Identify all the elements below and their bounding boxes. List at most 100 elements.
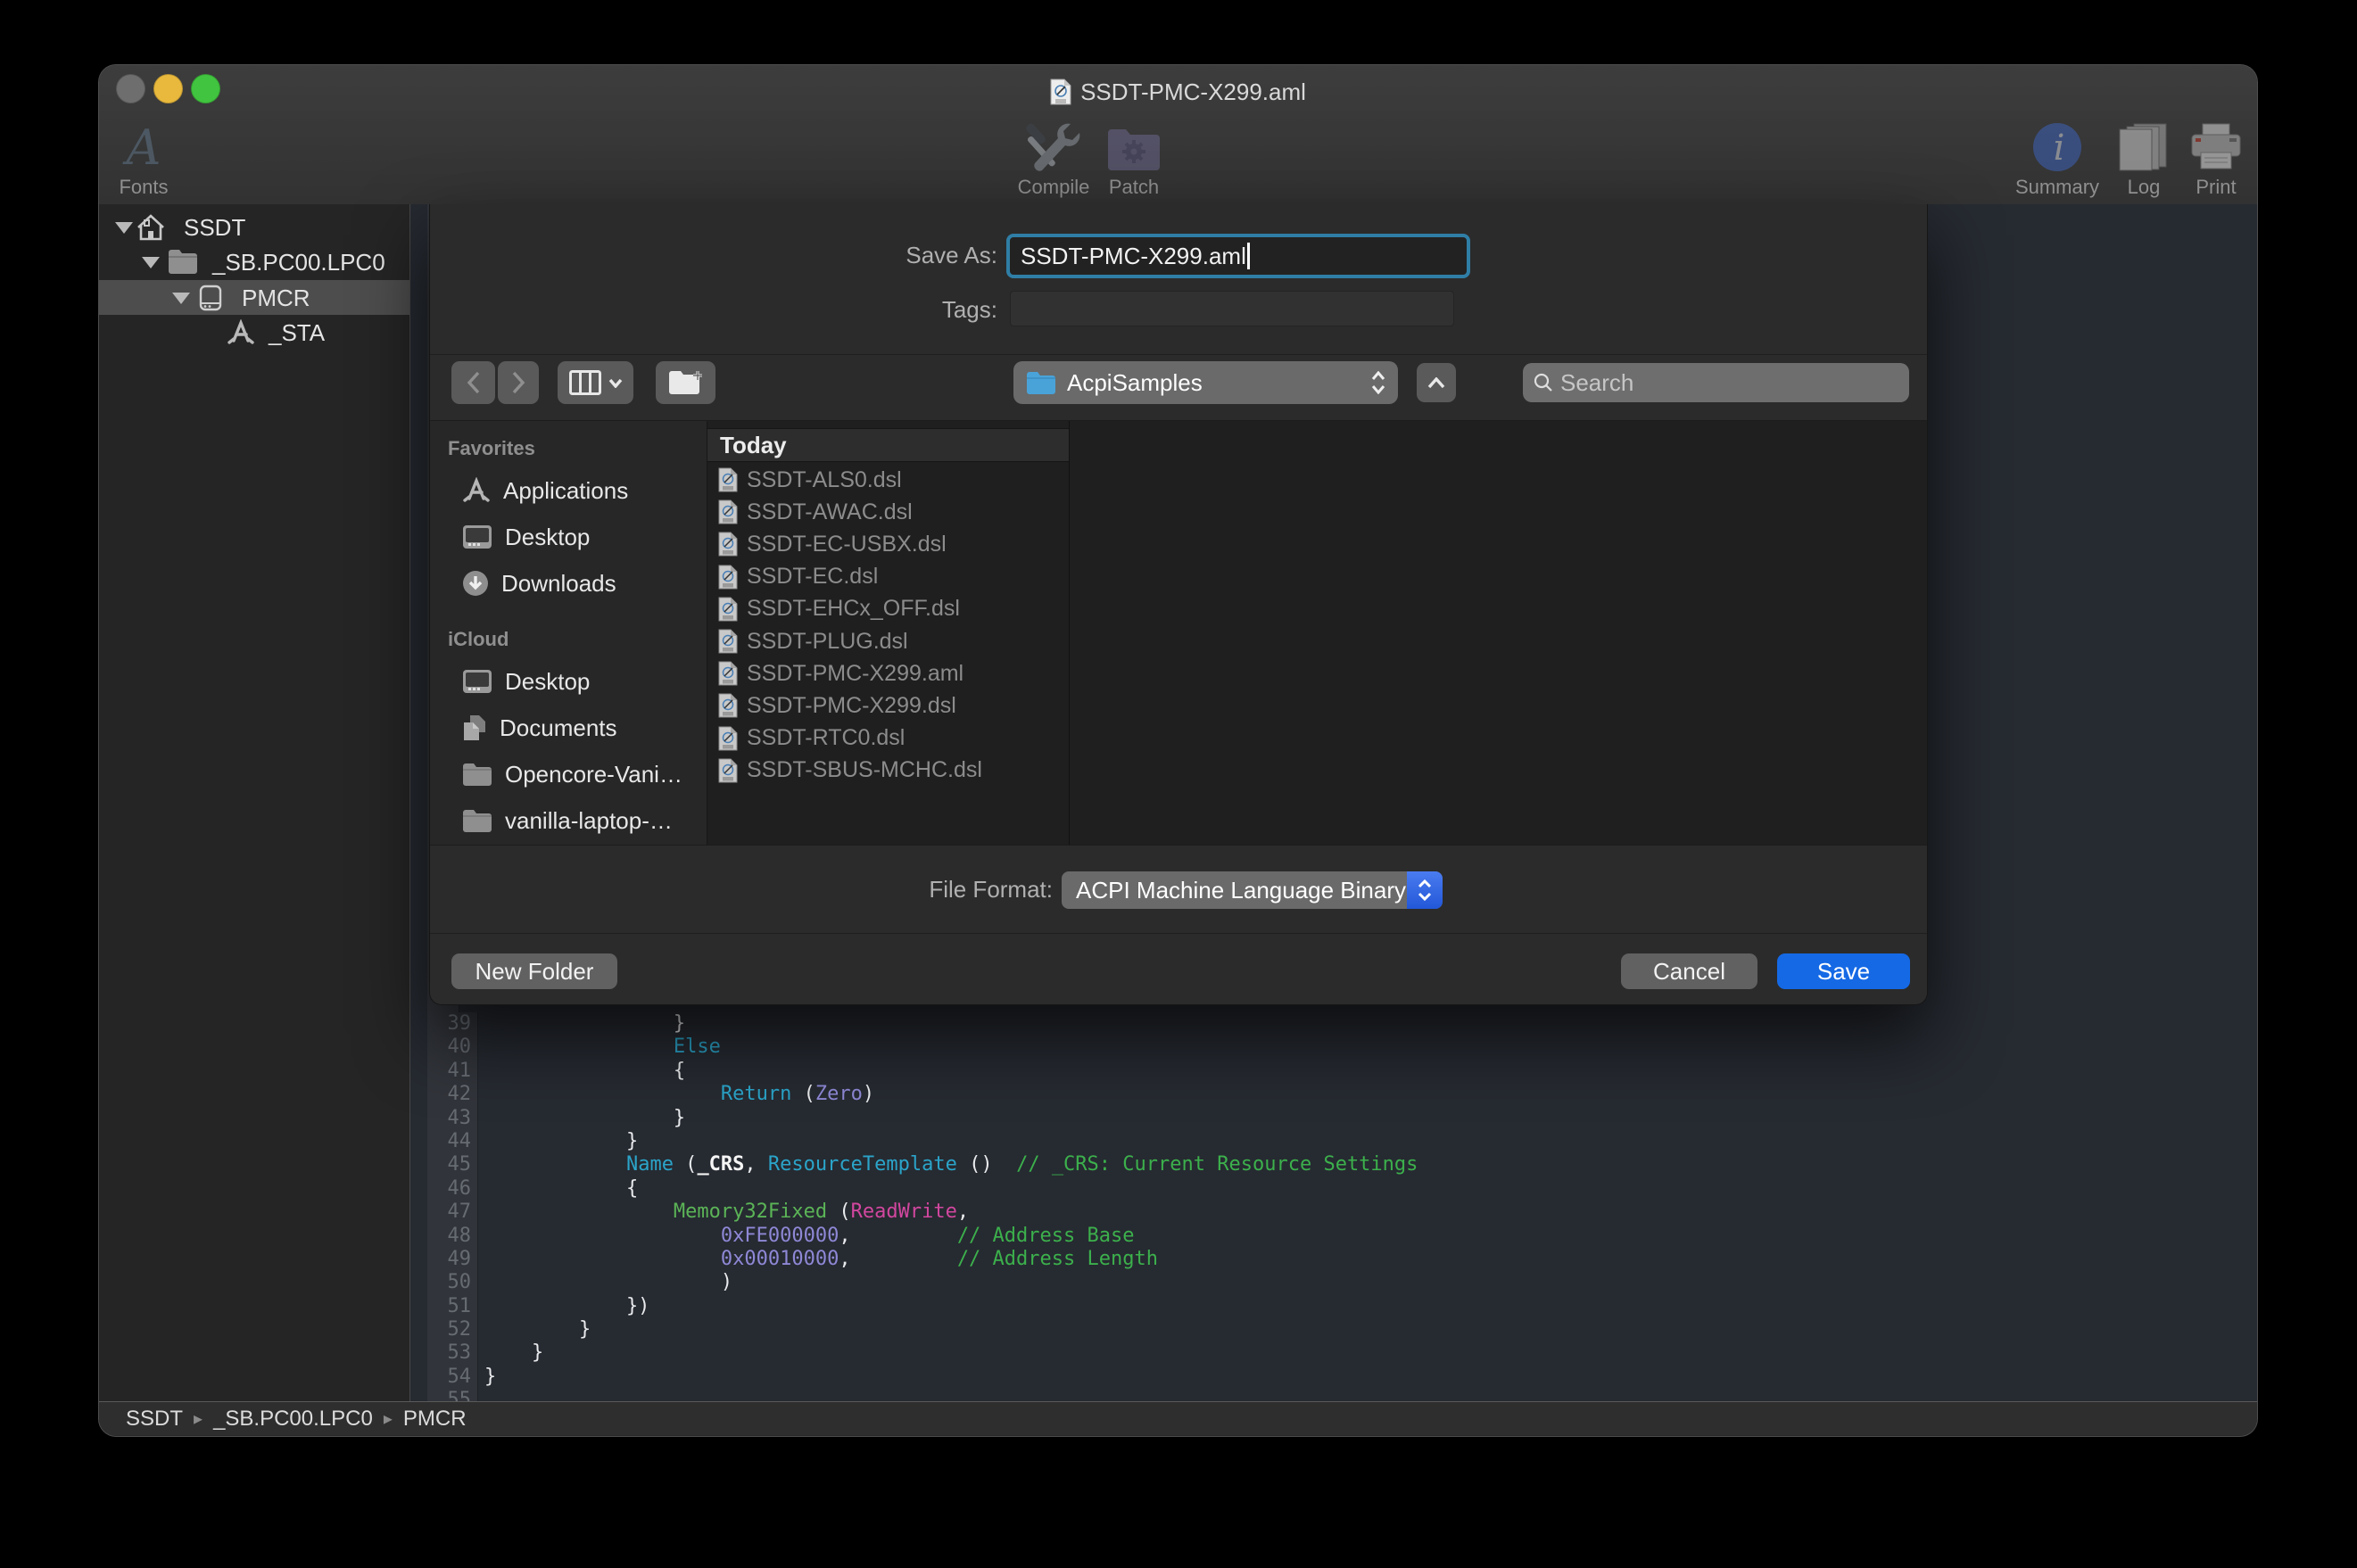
method-icon [227,319,255,346]
documents-icon [462,714,487,741]
line-number: 40 [427,1036,478,1059]
file-name: SSDT-PMC-X299.aml [747,661,963,687]
toolbar-fonts-button[interactable]: A Fonts [106,122,181,199]
file-group-header: Today [707,428,1069,462]
save-as-label: Save As: [906,242,997,269]
line-number: 43 [427,1107,478,1130]
code-line: 51 }) [410,1295,2257,1318]
file-name: SSDT-EC-USBX.dsl [747,532,947,557]
line-number: 41 [427,1060,478,1083]
fonts-icon: A [127,122,161,172]
line-number: 53 [427,1341,478,1365]
disclosure-triangle-icon[interactable] [172,293,190,304]
location-popup[interactable]: AcpiSamples [1013,361,1398,404]
file-name: SSDT-PLUG.dsl [747,629,908,655]
file-list-column: Today SSDT-ALS0.dsl SSDT-AWAC.dsl SSDT-EC-… [707,421,1070,845]
file-row[interactable]: SSDT-EHCx_OFF.dsl [707,593,1069,625]
toolbar-summary-button[interactable]: i Summary [2001,122,2113,199]
file-row[interactable]: SSDT-PMC-X299.dsl [707,689,1069,722]
code-line: 47 Memory32Fixed (ReadWrite, [410,1201,2257,1224]
line-number: 47 [427,1201,478,1224]
line-number: 52 [427,1318,478,1341]
code-line: 41 { [410,1060,2257,1083]
cancel-button[interactable]: Cancel [1621,953,1757,989]
file-row[interactable]: SSDT-ALS0.dsl [707,464,1069,496]
disclosure-triangle-icon[interactable] [142,257,160,268]
line-number: 46 [427,1177,478,1201]
file-row[interactable]: SSDT-SBUS-MCHC.dsl [707,755,1069,787]
downloads-icon [462,570,489,597]
line-number: 48 [427,1225,478,1248]
file-row[interactable]: SSDT-EC.dsl [707,561,1069,593]
document-icon [1050,78,1071,105]
document-icon [718,565,738,590]
device-icon [199,285,222,311]
file-row[interactable]: SSDT-RTC0.dsl [707,722,1069,755]
sidebar-item-documents[interactable]: Documents [430,706,707,749]
sidebar-item-desktop[interactable]: Desktop [430,516,707,558]
folder-icon [462,763,492,787]
tags-label: Tags: [942,296,997,324]
forward-button[interactable] [498,361,539,404]
breadcrumb-item[interactable]: _SB.PC00.LPC0 [213,1407,373,1432]
file-format-label: File Format: [929,876,1053,904]
tree-item-ssdt[interactable]: SSDT [99,210,409,244]
text-caret [1247,243,1250,269]
save-button[interactable]: Save [1777,953,1910,989]
toolbar-patch-button[interactable]: Patch [1102,122,1166,199]
file-name: SSDT-PMC-X299.dsl [747,693,956,719]
file-row[interactable]: SSDT-EC-USBX.dsl [707,528,1069,560]
code-line: 52 } [410,1318,2257,1341]
svg-text:i: i [2054,128,2065,169]
chevron-up-icon [1427,377,1445,389]
toolbar-print-button[interactable]: Print [2183,122,2249,199]
house-icon [136,214,165,241]
sidebar-item-vanilla-laptop-folder[interactable]: vanilla-laptop-… [430,799,707,842]
code-line: 46 { [410,1177,2257,1201]
breadcrumb-item[interactable]: SSDT [126,1407,183,1432]
divider [430,354,1927,355]
sidebar-item-downloads[interactable]: Downloads [430,562,707,605]
new-folder-button[interactable]: New Folder [451,953,617,989]
popup-chevrons-icon [1371,371,1385,394]
chevron-down-icon [608,378,623,388]
sidebar-item-applications[interactable]: Applications [430,469,707,512]
screen: SSDT-PMC-X299.aml A Fonts Compile [0,0,2357,1568]
favorites-header: Favorites [448,437,535,460]
line-number: 44 [427,1130,478,1153]
file-browser: Favorites Applications [430,420,1927,846]
view-mode-button[interactable] [558,361,633,404]
line-number: 54 [427,1366,478,1389]
document-icon [718,693,738,718]
folder-icon [462,809,492,833]
breadcrumb-item[interactable]: PMCR [403,1407,467,1432]
new-folder-icon-button[interactable] [656,361,715,404]
file-row[interactable]: SSDT-PMC-X299.aml [707,657,1069,689]
tree-item-pmcr-selected[interactable]: PMCR [99,280,409,315]
file-name: SSDT-EHCx_OFF.dsl [747,596,960,622]
file-row[interactable]: SSDT-AWAC.dsl [707,496,1069,528]
file-format-popup[interactable]: ACPI Machine Language Binary [1062,871,1443,909]
toolbar-compile-button[interactable]: Compile [1000,122,1107,199]
up-directory-button[interactable] [1417,363,1456,402]
sidebar-item-opencore-folder[interactable]: Opencore-Vani… [430,753,707,796]
line-number: 39 [427,1012,478,1036]
code-line: 45 Name (_CRS, ResourceTemplate () // _C… [410,1153,2257,1176]
titlebar: SSDT-PMC-X299.aml [99,65,2257,119]
file-name: SSDT-AWAC.dsl [747,499,913,525]
log-pages-icon [2118,122,2170,172]
back-button[interactable] [451,361,495,404]
tree-item-sb-pc00-lpc0[interactable]: _SB.PC00.LPC0 [99,244,409,279]
toolbar-log-button[interactable]: Log [2113,122,2174,199]
file-row[interactable]: SSDT-PLUG.dsl [707,625,1069,657]
code-line: 43 } [410,1107,2257,1130]
save-as-input[interactable]: SSDT-PMC-X299.aml [1006,234,1470,278]
search-input[interactable]: Search [1523,363,1909,402]
disclosure-triangle-icon[interactable] [115,222,133,234]
compile-tools-icon [1024,120,1083,172]
line-number: 45 [427,1153,478,1176]
tree-item-sta[interactable]: _STA [99,315,409,350]
icloud-header: iCloud [448,628,509,651]
sidebar-item-icloud-desktop[interactable]: Desktop [430,660,707,703]
tags-input[interactable] [1010,291,1454,326]
